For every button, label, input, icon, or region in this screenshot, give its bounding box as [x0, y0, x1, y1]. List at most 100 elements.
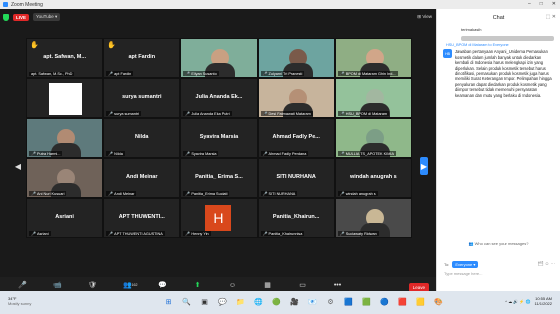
next-page-arrow-icon[interactable]: ▶	[420, 157, 428, 175]
participant-tile[interactable]: Julia Ananda Ek... 🎤 Julia Ananda Eka Putr…	[180, 78, 258, 118]
taskbar-app-icon[interactable]: 🎥	[288, 295, 301, 308]
previous-message: terimakasih	[461, 27, 482, 32]
prev-page-arrow-icon[interactable]: ◀	[14, 157, 22, 175]
taskbar-app-icon[interactable]: 🟨	[414, 295, 427, 308]
participant-tile[interactable]: 🎤 Ellyan Susanto	[180, 38, 258, 78]
clock[interactable]: 10:55 AM 11/1/2022	[535, 296, 553, 306]
more-icon: •••	[333, 282, 342, 289]
meeting-area: LIVE YouTube ▾ ⊞ View ◀ ✋ apt. Safwan, M.…	[0, 9, 436, 300]
participant-tile[interactable]: Panitia_ Erima S... 🎤 Panitia_Erima Suciat…	[180, 158, 258, 198]
muted-mic-icon: 🎤	[339, 111, 345, 116]
participant-tile[interactable]: ✋ apt. Safwan, M... apt. Safwan, M.Sc., Ph…	[26, 38, 104, 78]
participant-display-name: Panitia_ Erima S...	[195, 174, 243, 180]
window-title: Zoom Meeting	[11, 1, 43, 8]
chat-window-controls[interactable]: ⬚ ✕	[546, 14, 556, 20]
minimize-button[interactable]: –	[528, 1, 531, 7]
participant-display-name: apt. Safwan, M...	[43, 54, 86, 60]
message-text: Jawaban pertanyaan Anyani_Unidema Pemasu…	[455, 49, 552, 98]
muted-mic-icon: 🎤	[262, 191, 268, 196]
participant-tile[interactable]: surya sumantri 🎤 surya sumantri	[103, 78, 181, 118]
participant-tile[interactable]: H 🎤 Henny Yin	[180, 198, 258, 238]
taskbar-app-icon[interactable]: 🎨	[432, 295, 445, 308]
close-button[interactable]: ✕	[552, 1, 556, 7]
live-badge[interactable]: LIVE	[13, 13, 30, 21]
muted-mic-icon: 🎤	[339, 191, 345, 196]
taskbar-app-icon[interactable]: 🔍	[180, 295, 193, 308]
participant-tile[interactable]: APT THUWENTI... 🎤 APT THUWENTI AGUSTINA	[103, 198, 181, 238]
participant-tile[interactable]: SITI NURHANA 🎤 SITI NURHANA	[257, 158, 335, 198]
participant-name: apt Fardin	[114, 71, 132, 76]
zoom-logo-icon	[3, 2, 8, 7]
participant-tile[interactable]: 🎤 MULLIA TS_APOTEK KIMIA	[334, 118, 412, 158]
security-icon: 🛡	[88, 282, 97, 289]
recipient-dropdown[interactable]: Everyone ▾	[452, 261, 479, 268]
taskbar-app-icon[interactable]: 📧	[306, 295, 319, 308]
taskbar-app-icon[interactable]: 🟩	[360, 295, 373, 308]
participant-tile[interactable]: 🎤 Zulyarni Tri Pranesti	[257, 38, 335, 78]
taskbar-app-icon[interactable]: ⚙	[324, 295, 337, 308]
participant-name: MULLIA TS_APOTEK KIMIA	[345, 151, 394, 156]
participant-name-label: 🎤 HSU_BPOM di Mataram	[337, 111, 390, 116]
participant-name-label: 🎤 Ani Nuri Kusuari	[29, 191, 67, 196]
participant-name: Panitia_Erima Suciati	[191, 191, 228, 196]
participant-name-label: 🎤 Ellyan Susanto	[183, 71, 219, 76]
participant-tile[interactable]: 🎤 BPOM di Mataram Ghin Ind...	[334, 38, 412, 78]
view-button[interactable]: ⊞ View	[417, 14, 432, 20]
weather-desc: Mostly sunny	[8, 301, 32, 306]
participant-name: SITI NURHANA	[268, 191, 296, 196]
muted-mic-icon: 🎤	[262, 151, 268, 156]
weather-widget[interactable]: 34°F Mostly sunny	[8, 296, 31, 306]
maximize-button[interactable]: □	[540, 1, 543, 7]
participant-tile[interactable]: 🎤 Ani Nuri Kusuari	[26, 158, 104, 198]
participant-tile[interactable]: windah anugrah s 🎤 windah anugrah s	[334, 158, 412, 198]
participant-tile[interactable]: 🎤 HSU_BPOM di Mataram	[334, 78, 412, 118]
participant-tile[interactable]: Ahmad Fadly Pe... 🎤 Ahmad Fadly Perdana	[257, 118, 335, 158]
participant-tile[interactable]: ✋ apt Fardin 🎤 apt Fardin	[103, 38, 181, 78]
taskbar-app-icon[interactable]: 💬	[216, 295, 229, 308]
participant-tile[interactable]: 🎤 Putra Harmi...	[26, 118, 104, 158]
participant-tile[interactable]: Syavira Marsia 🎤 Syavira Marsia	[180, 118, 258, 158]
participant-tile[interactable]: Andi Meinar 🎤 Andi Meinar	[103, 158, 181, 198]
participant-display-name: Julia Ananda Ek...	[195, 94, 243, 100]
participant-tile[interactable]: Asriani 🎤 Asriani	[26, 198, 104, 238]
chat-tool-icons[interactable]: 🗂 ☺ ···	[538, 261, 555, 267]
taskbar-apps: ⊞ 🔍 ▣ 💬 📁 🌐 🟢 🎥 📧 ⚙ 🟦 🟩 🔵 🟥 🟨 🎨	[162, 295, 445, 308]
participant-tile[interactable]: Nilda 🎤 Nilda	[103, 118, 181, 158]
participant-name-label: 🎤 Julia Ananda Eka Putri	[183, 111, 232, 116]
encryption-shield-icon[interactable]	[3, 13, 9, 21]
participant-name: Julia Ananda Eka Putri	[191, 111, 230, 116]
participant-name: Syavira Marsia	[191, 151, 217, 156]
participant-name: Zulyarni Tri Pranesti	[268, 71, 303, 76]
chat-title: Chat	[492, 15, 505, 21]
scroll-indicator	[461, 36, 554, 41]
taskbar-app-icon[interactable]: 🌐	[252, 295, 265, 308]
participant-tile[interactable]: 🎤 Suciawaty Ridwan	[334, 198, 412, 238]
participant-name-label: 🎤 surya sumantri	[106, 111, 142, 116]
participant-name: Asriani	[36, 231, 49, 236]
muted-mic-icon: 🎤	[185, 71, 191, 76]
chat-input[interactable]: Type message here...	[444, 271, 482, 276]
taskbar-app-icon[interactable]: 📁	[234, 295, 247, 308]
taskbar-app-icon[interactable]: 🟥	[396, 295, 409, 308]
participant-display-name: Andi Meinar	[126, 174, 158, 180]
participant-tile[interactable]: 🎤 Desi Fatmawati Mataram	[257, 78, 335, 118]
taskbar-app-icon[interactable]: ⊞	[162, 295, 175, 308]
tray-icons[interactable]: ^ ☁ 🔊 ⚡ 🌐	[505, 299, 530, 304]
taskbar-app-icon[interactable]: 🔵	[378, 295, 391, 308]
taskbar-app-icon[interactable]: 🟢	[270, 295, 283, 308]
participant-name-label: 🎤 MULLIA TS_APOTEK KIMIA	[337, 151, 396, 156]
who-can-see-link[interactable]: 👥 Who can see your messages?	[437, 241, 560, 246]
participant-tile[interactable]: Panitia_Khairun... 🎤 Panitia_Khairunnisa	[257, 198, 335, 238]
participant-name: Suciawaty Ridwan	[345, 231, 377, 236]
participant-name: Nilda	[114, 151, 123, 156]
stream-dropdown[interactable]: YouTube ▾	[33, 13, 61, 21]
taskbar-app-icon[interactable]: ▣	[198, 295, 211, 308]
taskbar-app-icon[interactable]: 🟦	[342, 295, 355, 308]
participant-name-label: 🎤 Henny Yin	[183, 231, 211, 236]
participant-display-name: windah anugrah s	[349, 174, 397, 180]
participant-name-label: 🎤 Nilda	[106, 151, 125, 156]
participant-name-label: 🎤 BPOM di Mataram Ghin Ind...	[337, 71, 398, 76]
apps-icon: ▦	[264, 282, 271, 289]
participant-tile[interactable]	[26, 78, 104, 118]
participant-display-name: surya sumantri	[122, 94, 162, 100]
